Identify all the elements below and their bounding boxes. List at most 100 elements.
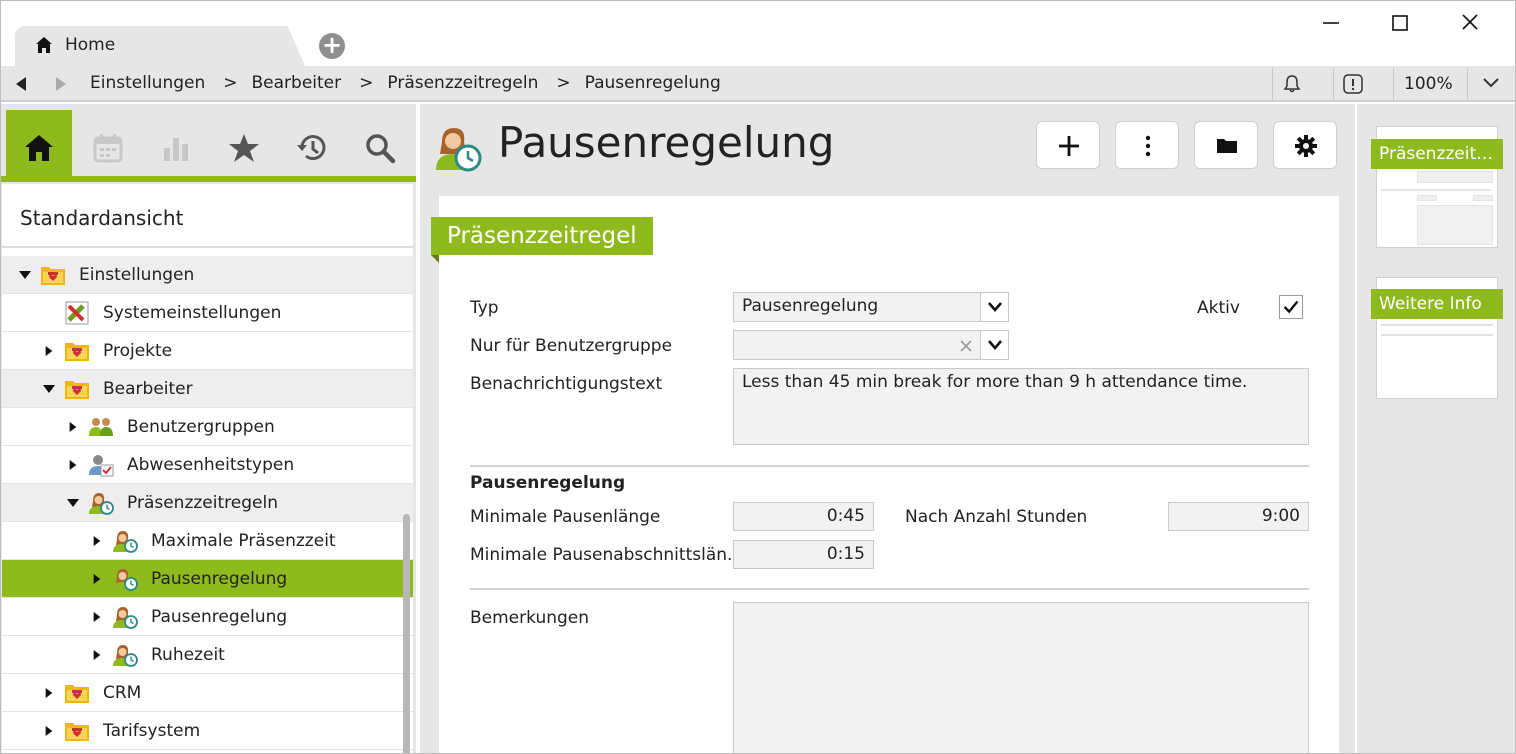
text-label: Benachrichtigungstext [470,374,663,394]
main-content: Pausenregelung Präsenzzeitregel Typ Paus… [420,104,1355,754]
sidebar-tab-home[interactable] [6,110,72,176]
tree-item[interactable]: Benutzergruppen [2,408,413,446]
gruppe-label: Nur für Benutzergruppe [470,336,673,356]
checkmark-icon [1283,300,1299,314]
caret-right-icon[interactable] [92,573,102,585]
caret-right-icon[interactable] [44,725,54,737]
preview-tag[interactable]: Präsenzzeitre... [1371,139,1503,169]
folder-heart-icon [40,263,66,287]
chevron-down-icon[interactable] [1482,76,1500,90]
tree-item-label: Einstellungen [79,265,195,285]
tree-item-label: Pausenregelung [151,569,288,589]
min-abschnitt-field[interactable]: 0:15 [733,540,874,569]
nach-stunden-field[interactable]: 9:00 [1168,502,1309,531]
tree-item[interactable]: Tarifsystem [2,712,413,750]
tree-item[interactable]: Pausenregelung [2,598,413,636]
maximize-icon[interactable] [1385,10,1415,36]
caret-right-icon[interactable] [92,535,102,547]
caret-right-icon[interactable] [44,345,54,357]
tree-item[interactable]: Maximale Präsenzzeit [2,522,413,560]
clear-icon[interactable] [960,340,972,352]
view-title[interactable]: Standardansicht [20,206,183,230]
close-icon[interactable] [1455,10,1485,36]
folder-button[interactable] [1194,121,1258,169]
sidebar-tab-reports[interactable] [143,110,209,176]
tree-item[interactable]: Projekte [2,332,413,370]
navigation-tree: Einstellungen Systemeinstellungen Projekte… [2,256,413,750]
mini-line [1381,324,1493,326]
settings-button[interactable] [1273,121,1337,169]
sidebar-tab-favorites[interactable] [211,110,277,176]
sidebar: Standardansicht Einstellungen Systemeinst… [0,104,416,754]
min-pause-field[interactable]: 0:45 [733,502,874,531]
breadcrumb: Einstellungen > Bearbeiter > Präsenzzeit… [90,73,721,93]
caret-down-icon[interactable] [18,269,32,281]
tree-item[interactable]: Systemeinstellungen [2,294,413,332]
tree-item[interactable]: Bearbeiter [2,370,413,408]
zoom-level[interactable]: 100% [1404,74,1453,94]
tree-item[interactable]: Abwesenheitstypen [2,446,413,484]
tab-home[interactable]: Home [15,26,305,66]
new-tab-button[interactable]: + [319,33,345,59]
caret-down-icon[interactable] [66,497,80,509]
min-abschnitt-value: 0:15 [826,544,865,564]
gruppe-dropdown[interactable] [733,330,1009,360]
tree-item[interactable]: CRM [2,674,413,712]
calendar-icon [93,134,123,163]
tree-item-label: Benutzergruppen [127,417,275,437]
tree-item[interactable]: Einstellungen [2,256,413,294]
caret-right-icon[interactable] [92,611,102,623]
user-clock-icon [112,643,138,667]
caret-down-icon[interactable] [42,383,56,395]
dropdown-button[interactable] [980,293,1008,321]
divider [1393,68,1394,100]
sidebar-tab-calendar[interactable] [75,110,141,176]
dropdown-button[interactable] [980,331,1008,359]
folder-heart-icon [64,681,90,705]
typ-dropdown[interactable]: Pausenregelung [733,292,1009,322]
tree-item-label: Maximale Präsenzzeit [151,531,336,551]
divider [2,246,413,248]
min-abschnitt-label: Minimale Pausenabschnittslän... [470,545,744,565]
min-pause-label: Minimale Pausenlänge [470,507,661,527]
notification-text-field[interactable]: Less than 45 min break for more than 9 h… [733,368,1309,445]
notification-text: Less than 45 min break for more than 9 h… [742,372,1248,392]
sidebar-tab-search[interactable] [347,110,413,176]
tree-item-label: Tarifsystem [103,721,201,741]
minimize-icon[interactable] [1316,10,1346,36]
aktiv-checkbox[interactable] [1279,295,1303,319]
more-button[interactable] [1115,121,1179,169]
forward-arrow-icon[interactable] [54,76,68,92]
tree-item[interactable]: Pausenregelung [2,560,413,598]
chevron-down-icon [988,302,1002,312]
user-check-icon [88,453,114,477]
sidebar-tabs [0,104,416,182]
breadcrumb-item[interactable]: Einstellungen [90,73,205,93]
alert-icon[interactable] [1342,74,1364,94]
sidebar-tab-history[interactable] [279,110,345,176]
record-form: Präsenzzeitregel Typ Pausenregelung Akti… [431,196,1339,754]
tree-item-label: Abwesenheitstypen [127,455,295,475]
bemerkungen-field[interactable] [733,602,1309,754]
breadcrumb-item[interactable]: Pausenregelung [585,73,721,93]
back-arrow-icon[interactable] [14,76,28,92]
tools-icon [64,301,90,325]
breadcrumb-item[interactable]: Bearbeiter [252,73,342,93]
scrollbar-thumb[interactable] [403,514,410,754]
caret-right-icon[interactable] [68,421,78,433]
folder-heart-icon [64,719,90,743]
breadcrumb-item[interactable]: Präsenzzeitregeln [387,73,538,93]
bell-icon[interactable] [1282,74,1302,94]
chevron-down-icon [988,340,1002,350]
caret-right-icon[interactable] [92,649,102,661]
home-icon [36,37,52,53]
preview-tag[interactable]: Weitere Info [1371,289,1503,319]
caret-right-icon[interactable] [68,459,78,471]
user-clock-icon [88,491,114,515]
mini-line [1381,189,1491,191]
caret-right-icon[interactable] [44,687,54,699]
divider [1467,68,1468,100]
add-button[interactable] [1036,121,1100,169]
tree-item[interactable]: Ruhezeit [2,636,413,674]
tree-item[interactable]: Präsenzzeitregeln [2,484,413,522]
